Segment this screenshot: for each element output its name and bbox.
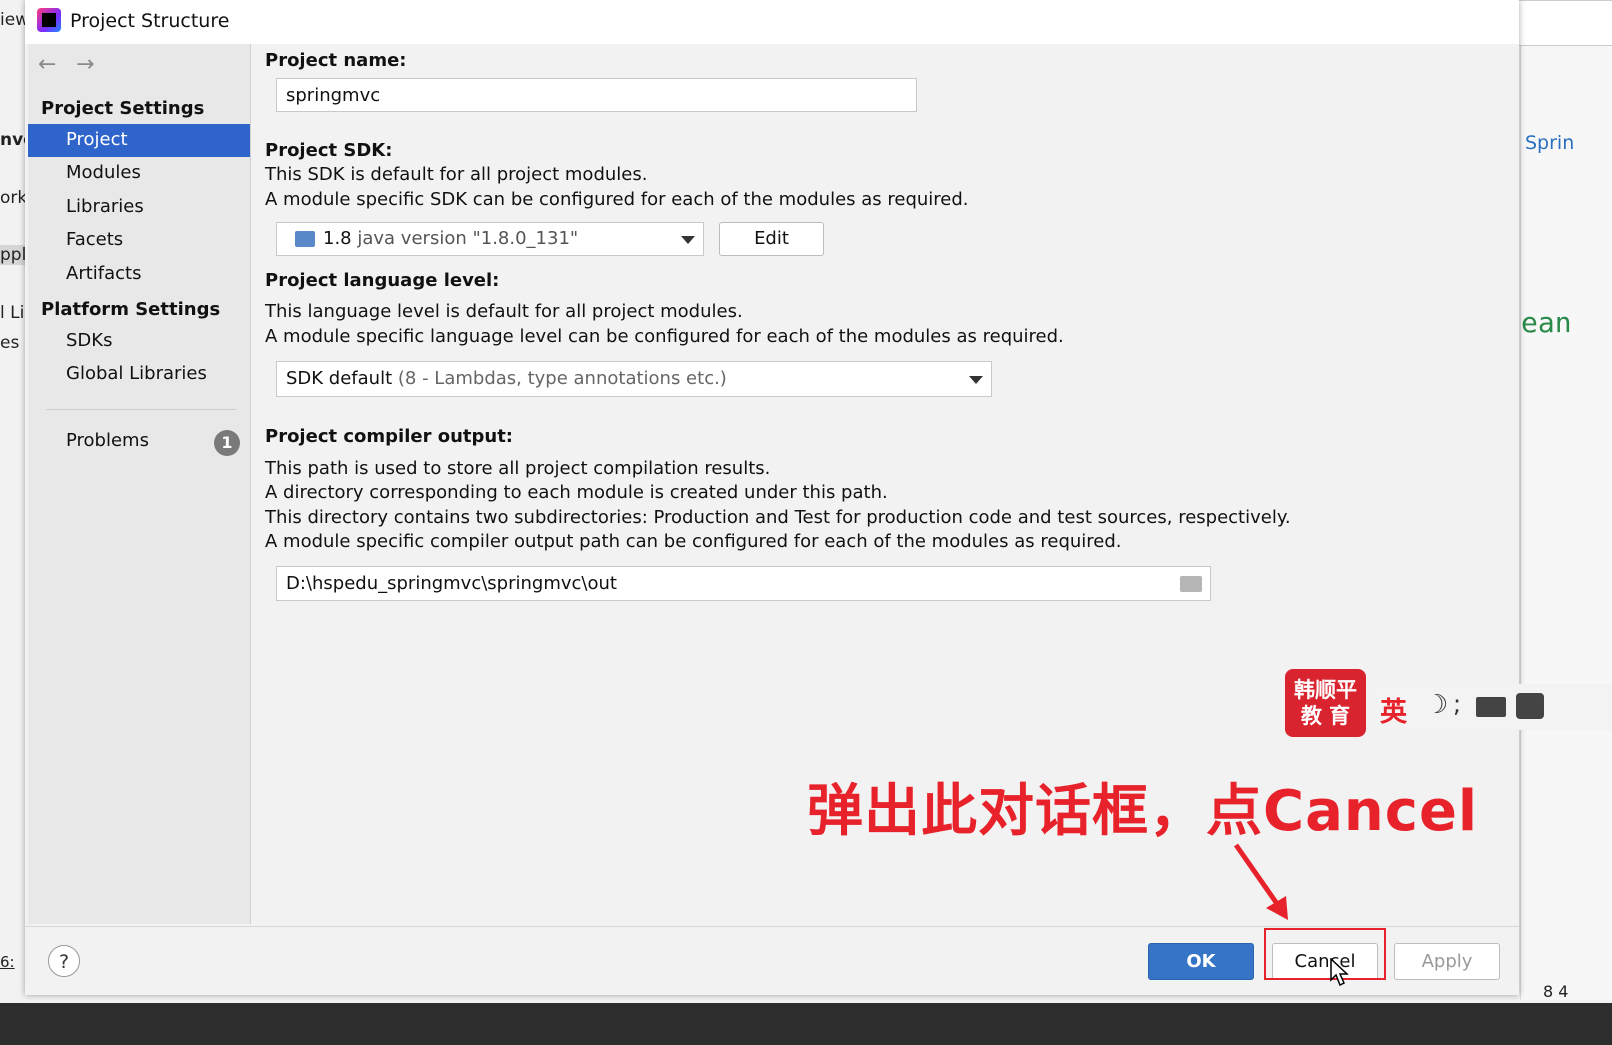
project-name-value: springmvc xyxy=(286,85,381,106)
compiler-output-path-input[interactable]: D:\hspedu_springmvc\springmvc\out xyxy=(276,566,1211,601)
bg-text: ork xyxy=(0,188,28,208)
sidebar-item-global-libraries[interactable]: Global Libraries xyxy=(28,358,250,391)
ime-toolbar: 英 ☽ ; xyxy=(1370,684,1612,730)
compiler-output-desc-2: A directory corresponding to each module… xyxy=(265,482,888,503)
problems-count-badge: 1 xyxy=(214,430,240,456)
project-name-label: Project name: xyxy=(265,50,407,71)
background-editor-strip: Sprin ean 8 4 xyxy=(1520,40,1612,1001)
sidebar: ← → Project Settings Project Modules Lib… xyxy=(28,44,251,924)
sidebar-item-label: Facets xyxy=(66,229,124,250)
watermark-line-2: 教 育 xyxy=(1300,704,1351,728)
language-level-value: SDK default xyxy=(286,368,393,389)
project-sdk-dropdown[interactable]: 1.8 java version "1.8.0_131" xyxy=(276,222,704,256)
dialog-title: Project Structure xyxy=(70,10,230,32)
punctuation-icon: ; xyxy=(1453,690,1462,718)
sdk-version-detail: java version "1.8.0_131" xyxy=(357,228,579,249)
sidebar-item-label: Problems xyxy=(66,430,149,451)
back-arrow-icon[interactable]: ← xyxy=(38,52,56,77)
moon-icon: ☽ xyxy=(1425,690,1449,720)
project-sdk-label: Project SDK: xyxy=(265,140,393,161)
annotation-text: 弹出此对话框，点Cancel xyxy=(807,779,1479,844)
project-name-input[interactable]: springmvc xyxy=(276,78,917,112)
sidebar-item-sdks[interactable]: SDKs xyxy=(28,325,250,358)
bg-status: 8 4 xyxy=(1543,982,1569,1001)
sidebar-item-facets[interactable]: Facets xyxy=(28,224,250,257)
compiler-output-desc-4: A module specific compiler output path c… xyxy=(265,531,1122,552)
sidebar-item-label: Project xyxy=(66,129,128,150)
annotation-arrow-icon xyxy=(1233,843,1288,920)
sdk-folder-icon xyxy=(295,231,315,247)
language-level-label: Project language level: xyxy=(265,270,500,291)
browse-folder-icon[interactable] xyxy=(1180,576,1202,592)
keyboard-icon xyxy=(1476,697,1506,717)
bg-text: ppl xyxy=(0,245,27,265)
chevron-down-icon xyxy=(969,376,983,384)
bg-link: Sprin xyxy=(1525,132,1575,154)
taskbar xyxy=(0,1003,1612,1045)
sdk-version: 1.8 xyxy=(323,228,352,249)
compiler-output-desc-1: This path is used to store all project c… xyxy=(265,458,771,479)
compiler-output-path: D:\hspedu_springmvc\springmvc\out xyxy=(286,573,617,594)
forward-arrow-icon[interactable]: → xyxy=(76,52,94,77)
sidebar-item-label: Libraries xyxy=(66,196,144,217)
intellij-icon xyxy=(37,8,61,32)
compiler-output-label: Project compiler output: xyxy=(265,426,514,447)
dialog-titlebar: Project Structure xyxy=(25,0,1519,44)
edit-sdk-button[interactable]: Edit xyxy=(719,222,824,256)
sidebar-item-project[interactable]: Project xyxy=(28,124,250,157)
annotation-highlight-box xyxy=(1264,928,1386,980)
bg-text: 6: xyxy=(0,953,15,971)
watermark-line-1: 韩顺平 xyxy=(1294,678,1357,702)
mouse-cursor-icon xyxy=(1330,958,1349,987)
sidebar-item-label: Global Libraries xyxy=(66,363,207,384)
sidebar-item-artifacts[interactable]: Artifacts xyxy=(28,258,250,291)
sidebar-item-label: Modules xyxy=(66,162,141,183)
bg-code-word: ean xyxy=(1521,306,1572,339)
project-settings-heading: Project Settings xyxy=(41,98,205,119)
sidebar-divider xyxy=(46,409,236,410)
ime-mode: 英 xyxy=(1380,697,1407,728)
sidebar-item-modules[interactable]: Modules xyxy=(28,157,250,190)
language-level-selected: SDK default (8 - Lambdas, type annotatio… xyxy=(286,368,727,389)
platform-settings-heading: Platform Settings xyxy=(41,299,221,320)
language-level-desc-2: A module specific language level can be … xyxy=(265,326,1064,347)
apply-button[interactable]: Apply xyxy=(1394,943,1500,980)
language-level-desc-1: This language level is default for all p… xyxy=(265,301,743,322)
project-sdk-desc-2: A module specific SDK can be configured … xyxy=(265,189,969,210)
footer-divider xyxy=(25,926,1519,927)
project-sdk-desc-1: This SDK is default for all project modu… xyxy=(265,164,648,185)
ok-button[interactable]: OK xyxy=(1148,943,1254,980)
compiler-output-desc-3: This directory contains two subdirectori… xyxy=(265,507,1291,528)
language-level-detail: (8 - Lambdas, type annotations etc.) xyxy=(397,368,727,389)
sdk-selected: 1.8 java version "1.8.0_131" xyxy=(323,228,578,249)
watermark-logo: 韩顺平 教 育 xyxy=(1285,669,1366,737)
sidebar-item-label: Artifacts xyxy=(66,263,142,284)
skin-icon xyxy=(1516,693,1544,719)
sidebar-item-label: SDKs xyxy=(66,330,113,351)
sidebar-item-libraries[interactable]: Libraries xyxy=(28,191,250,224)
chevron-down-icon xyxy=(681,236,695,244)
language-level-dropdown[interactable]: SDK default (8 - Lambdas, type annotatio… xyxy=(276,361,992,397)
help-icon[interactable]: ? xyxy=(48,945,80,977)
